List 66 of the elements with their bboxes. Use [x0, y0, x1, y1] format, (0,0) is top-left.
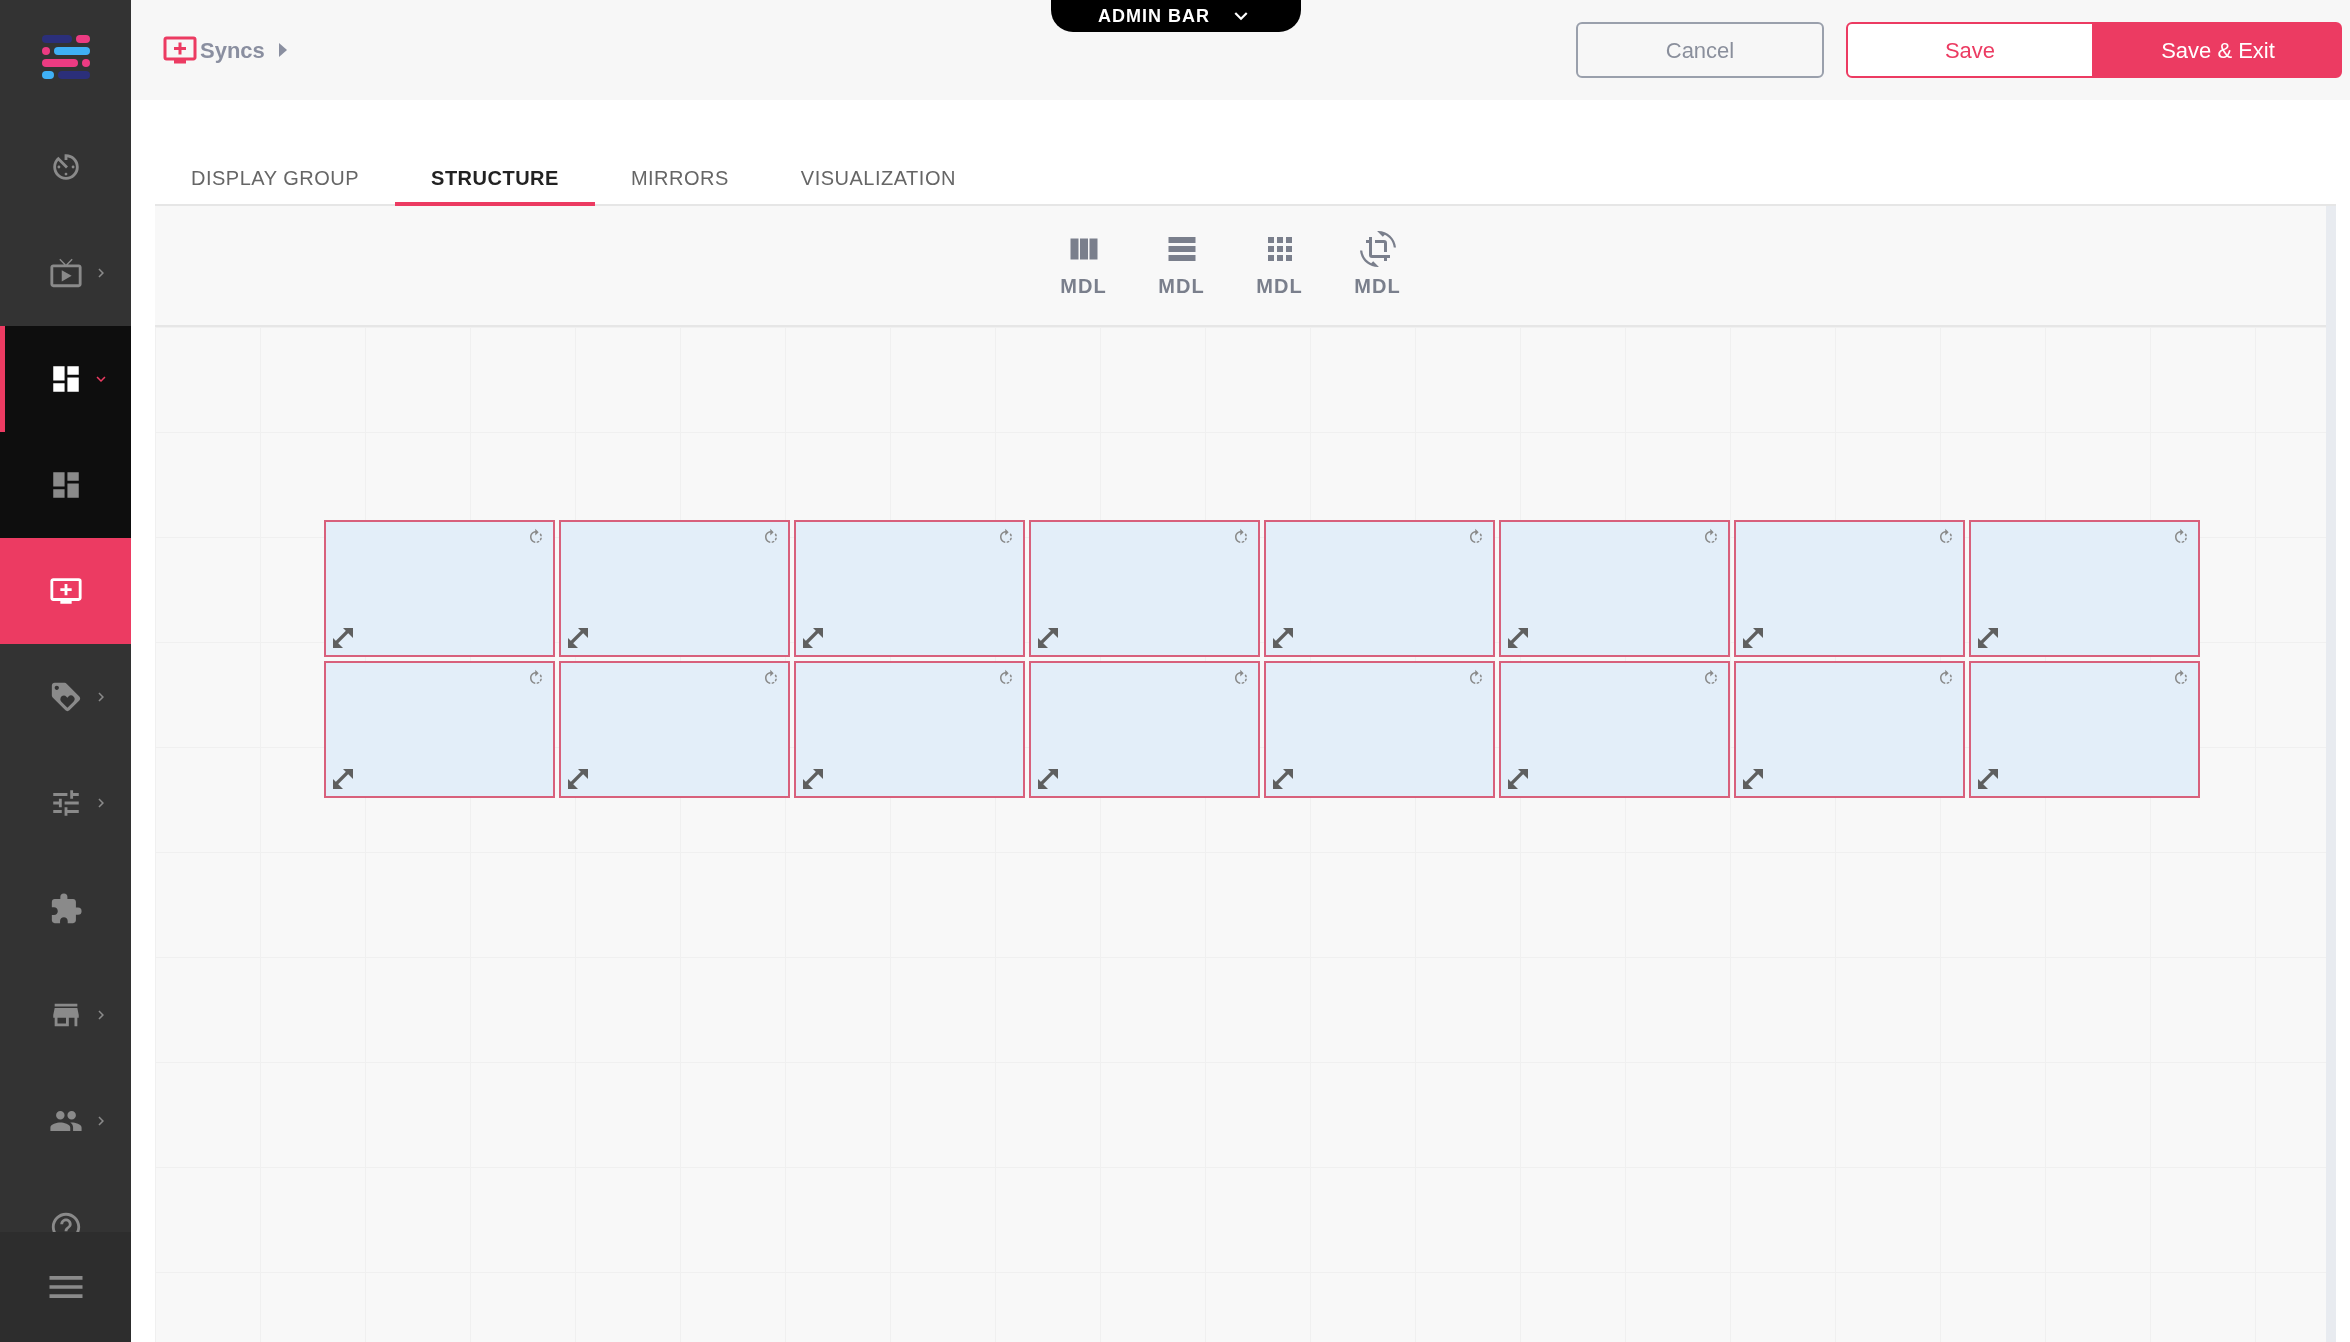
rotate-icon[interactable] [2172, 528, 2190, 546]
tab[interactable]: DISPLAY GROUP [155, 154, 396, 206]
layout-tool-button[interactable]: MDL [1152, 230, 1211, 301]
tv-icon [48, 256, 83, 290]
resize-arrow-icon [801, 626, 825, 650]
screen-tile[interactable] [1264, 661, 1495, 798]
rotate-icon[interactable] [527, 528, 545, 546]
resize-arrow-icon [1976, 626, 2000, 650]
resize-arrow-icon [331, 626, 355, 650]
resize-arrow-icon [1271, 626, 1295, 650]
screen-tile[interactable] [1969, 661, 2200, 798]
resize-arrow-icon [1741, 626, 1765, 650]
rotate-icon[interactable] [997, 669, 1015, 687]
screen-tile[interactable] [324, 520, 555, 657]
screen-tile[interactable] [559, 520, 790, 657]
resize-arrow-icon [331, 767, 355, 791]
resize-arrow-icon [1976, 767, 2000, 791]
resize-arrow-icon [1036, 767, 1060, 791]
resize-arrow-icon [1506, 767, 1530, 791]
tab[interactable]: VISUALIZATION [764, 154, 992, 206]
action-button[interactable]: Save & Exit [2094, 22, 2342, 78]
rotate-icon[interactable] [1937, 669, 1955, 687]
rotate-icon[interactable] [2172, 669, 2190, 687]
breadcrumb-label: Syncs [200, 36, 265, 65]
layout-tool-button[interactable]: MDL [1250, 230, 1309, 301]
breadcrumb[interactable]: Syncs [162, 32, 287, 68]
rotate-icon[interactable] [1232, 528, 1250, 546]
screen-tile[interactable] [1029, 661, 1260, 798]
resize-arrow-icon [566, 767, 590, 791]
rotate-icon[interactable] [997, 528, 1015, 546]
resize-arrow-icon [1036, 626, 1060, 650]
action-button[interactable]: Save [1846, 22, 2094, 78]
screen-tile[interactable] [1734, 520, 1965, 657]
screen-tile[interactable] [1029, 520, 1260, 657]
rotate-icon[interactable] [1702, 528, 1720, 546]
screen-tile[interactable] [794, 661, 1025, 798]
screen-tile[interactable] [1969, 520, 2200, 657]
resize-arrow-icon [1506, 626, 1530, 650]
resize-arrow-icon [801, 767, 825, 791]
admin-bar-toggle[interactable]: ADMIN BAR [1051, 0, 1301, 32]
screen-tile[interactable] [1499, 520, 1730, 657]
tab[interactable]: MIRRORS [594, 154, 765, 206]
rotate-icon[interactable] [1702, 669, 1720, 687]
screen-tile[interactable] [559, 661, 790, 798]
screen-tile[interactable] [324, 661, 555, 798]
screen-tile[interactable] [1734, 661, 1965, 798]
rotate-icon[interactable] [762, 669, 780, 687]
resize-arrow-icon [1271, 767, 1295, 791]
crop-rotate-icon [1359, 230, 1396, 267]
rotate-icon[interactable] [527, 669, 545, 687]
layout-tool-button[interactable]: MDL [1054, 230, 1113, 301]
screen-tile[interactable] [794, 520, 1025, 657]
resize-arrow-icon [566, 626, 590, 650]
caret-icon [278, 43, 287, 57]
rotate-icon[interactable] [1467, 669, 1485, 687]
rotate-icon[interactable] [1937, 528, 1955, 546]
screen-tile[interactable] [1264, 520, 1495, 657]
rotate-icon[interactable] [1232, 669, 1250, 687]
action-button[interactable]: Cancel [1576, 22, 1824, 78]
screen-tile[interactable] [1499, 661, 1730, 798]
layout-tool-button[interactable]: MDL [1348, 230, 1407, 301]
sidebar-item[interactable] [0, 326, 131, 432]
logo-icon [41, 35, 90, 79]
resize-arrow-icon [1741, 767, 1765, 791]
rotate-icon[interactable] [1467, 528, 1485, 546]
rotate-icon[interactable] [762, 528, 780, 546]
